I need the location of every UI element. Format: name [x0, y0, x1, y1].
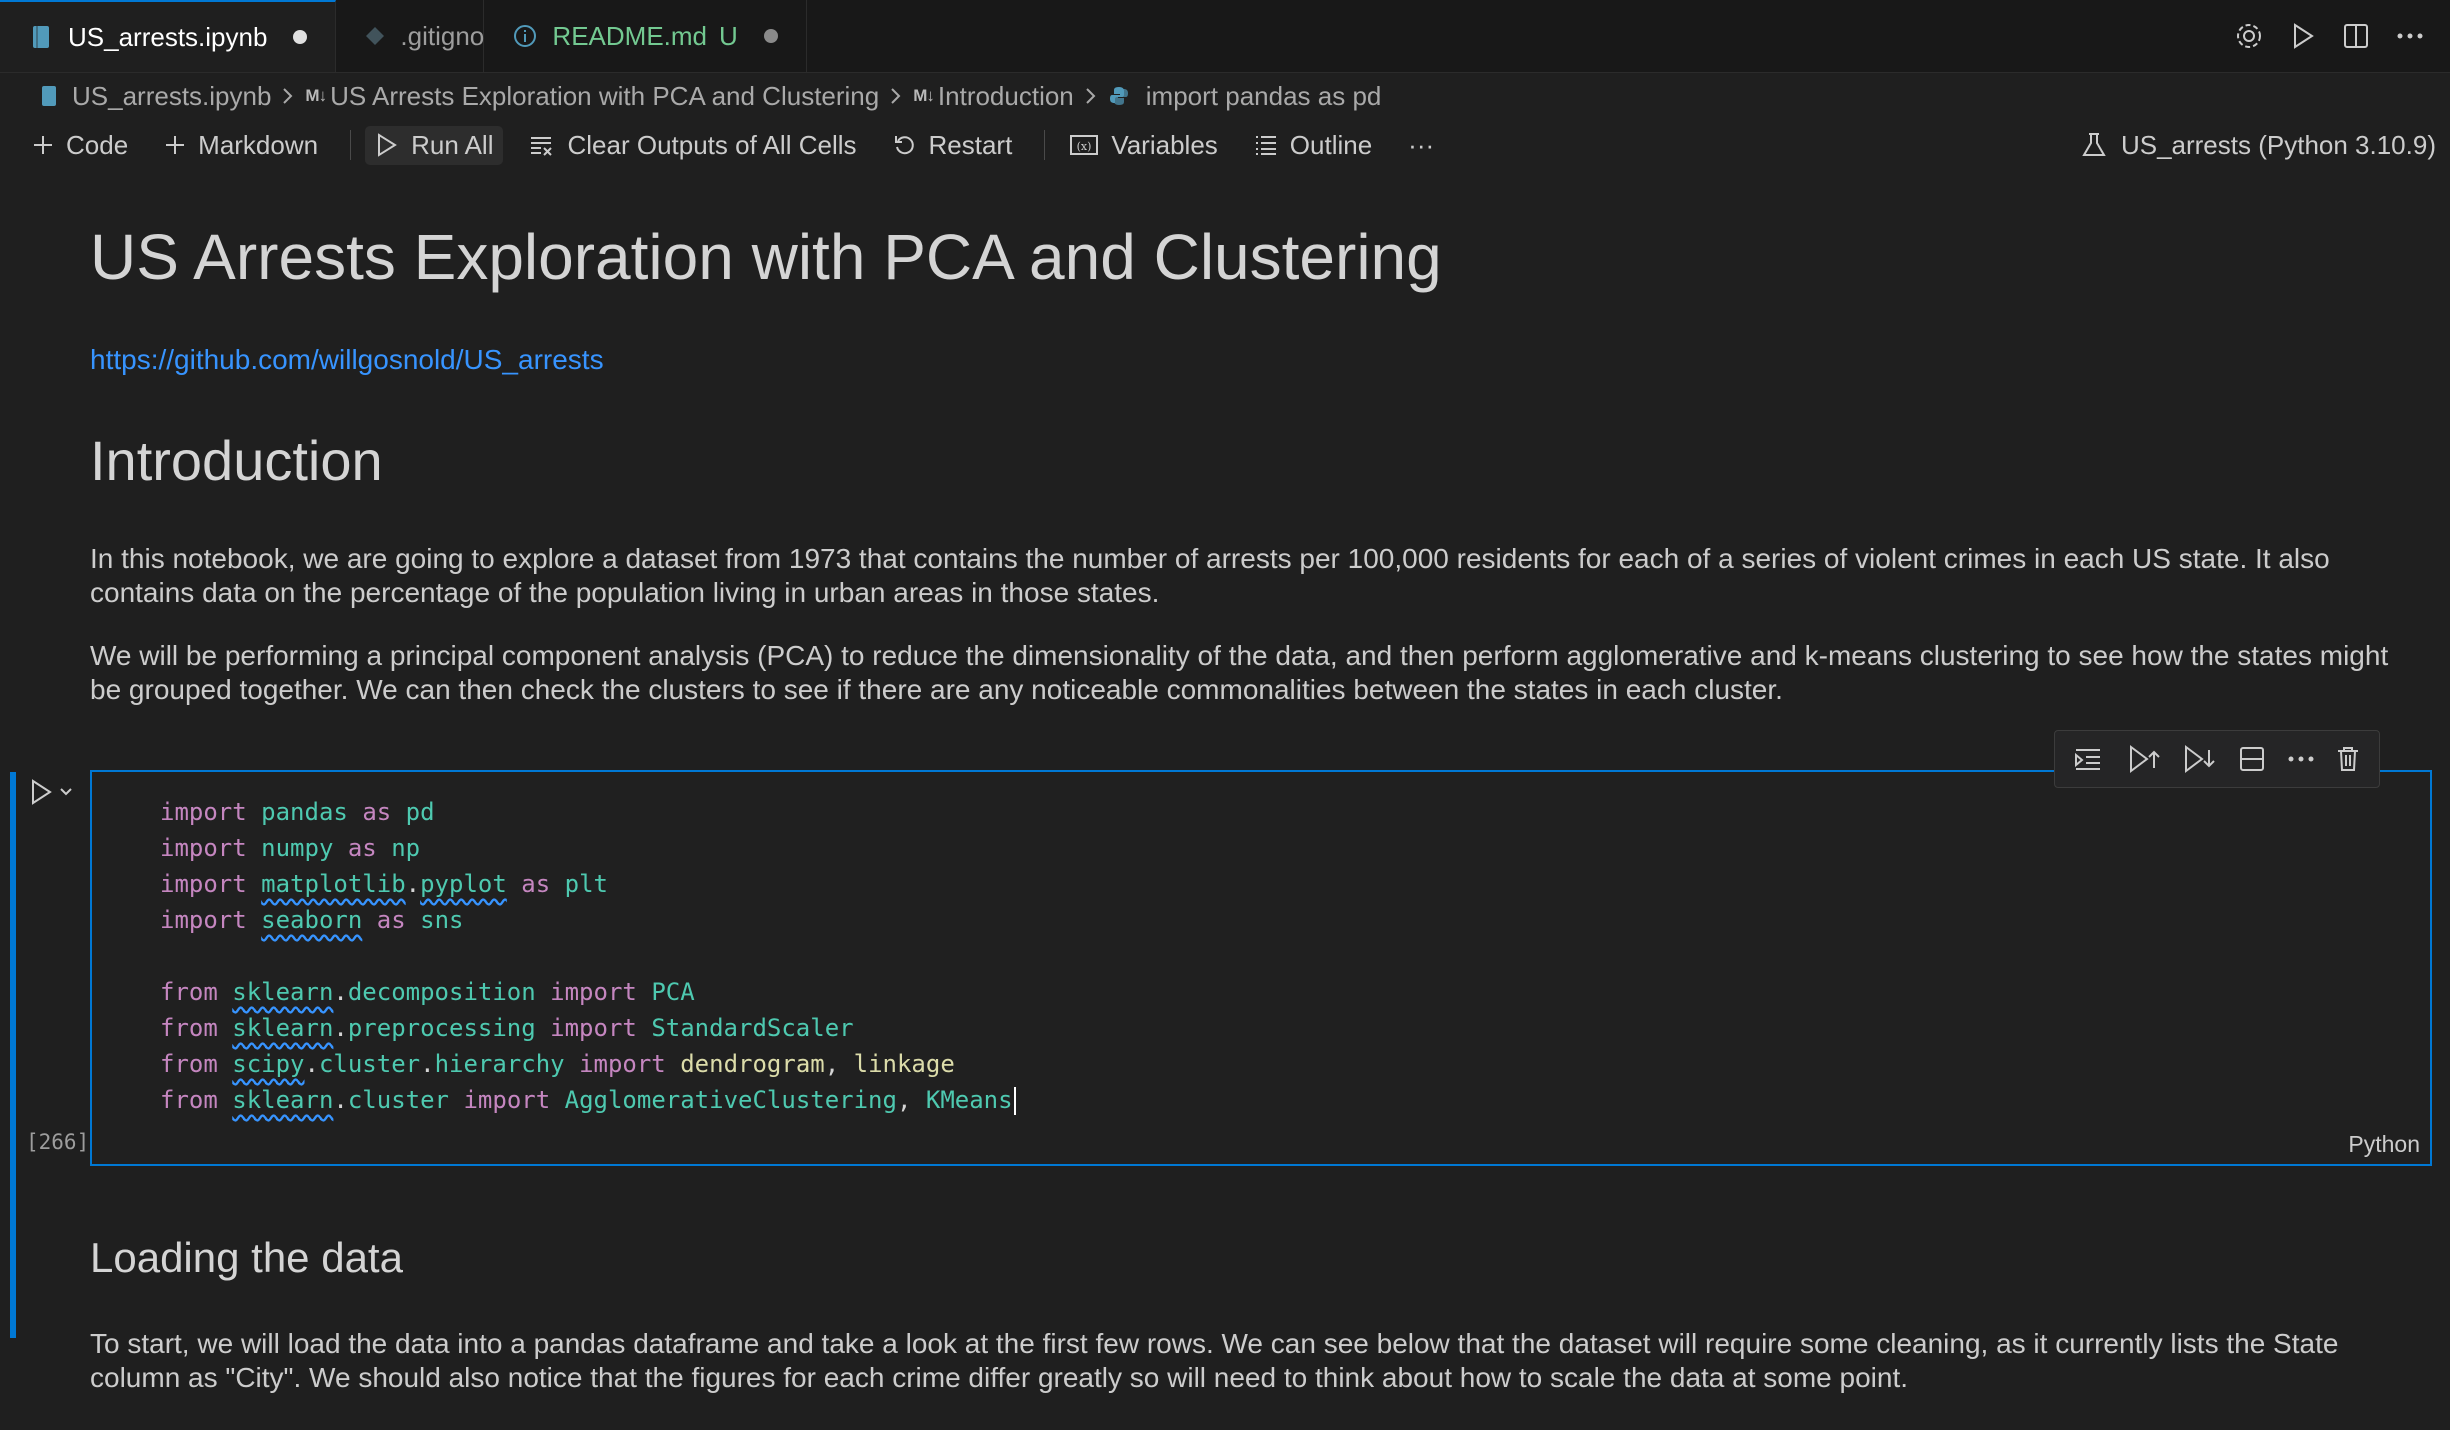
- outline-list-icon: [1254, 134, 1278, 156]
- breadcrumb-file-label: US_arrests.ipynb: [72, 80, 272, 111]
- chevron-down-icon[interactable]: [58, 786, 74, 798]
- untracked-badge: U: [719, 20, 738, 51]
- info-icon: [512, 23, 538, 49]
- notebook-body: US Arrests Exploration with PCA and Clus…: [0, 170, 2450, 1430]
- chevron-right-icon: [889, 85, 903, 107]
- breadcrumb-section-introduction[interactable]: M↓ Introduction: [913, 81, 1074, 112]
- breadcrumb-cell[interactable]: import pandas as pd: [1108, 80, 1382, 112]
- loading-data-heading: Loading the data: [90, 1234, 403, 1281]
- chevron-right-icon: [1084, 85, 1098, 107]
- restart-kernel-button[interactable]: Restart: [883, 126, 1023, 165]
- run-icon[interactable]: [2290, 22, 2316, 50]
- add-markdown-label: Markdown: [198, 129, 319, 160]
- plus-icon: [32, 134, 54, 156]
- tab-label: README.md: [552, 20, 707, 51]
- more-actions-icon[interactable]: [2396, 31, 2424, 41]
- tab-gitignore[interactable]: .gitignore: [336, 0, 507, 72]
- breadcrumb-section-label: US Arrests Exploration with PCA and Clus…: [330, 80, 880, 111]
- loading-data-paragraph: To start, we will load the data into a p…: [90, 1328, 2339, 1393]
- run-cell-button[interactable]: [28, 778, 74, 806]
- restart-label: Restart: [928, 129, 1013, 160]
- execute-above-icon[interactable]: [2127, 744, 2161, 774]
- trash-icon[interactable]: [2336, 745, 2360, 773]
- add-code-cell-button[interactable]: Code: [22, 126, 138, 165]
- split-editor-icon[interactable]: [2342, 22, 2370, 50]
- variables-icon: (x): [1069, 133, 1099, 157]
- unsaved-dot-icon[interactable]: [763, 29, 778, 43]
- unsaved-dot-icon[interactable]: [293, 30, 308, 44]
- markdown-icon: M↓: [913, 86, 935, 105]
- plus-icon: [164, 134, 186, 156]
- notebook-title: US Arrests Exploration with PCA and Clus…: [90, 221, 1442, 293]
- run-all-button[interactable]: Run All: [365, 125, 504, 165]
- restart-icon: [893, 133, 917, 157]
- ellipsis-icon: ···: [1408, 129, 1435, 160]
- execution-count: [266]: [26, 1130, 90, 1154]
- add-code-label: Code: [66, 129, 129, 160]
- tab-us-arrests-ipynb[interactable]: US_arrests.ipynb: [0, 0, 337, 72]
- intro-paragraph-2: We will be performing a principal compon…: [90, 640, 2389, 705]
- cell-language-label[interactable]: Python: [2348, 1131, 2420, 1158]
- breadcrumb-file[interactable]: US_arrests.ipynb: [40, 81, 271, 112]
- intro-paragraph-1: In this notebook, we are going to explor…: [90, 543, 2330, 608]
- breadcrumb-section-label: Introduction: [937, 80, 1074, 111]
- clear-all-icon: [529, 134, 555, 156]
- clear-outputs-button[interactable]: Clear Outputs of All Cells: [519, 126, 866, 165]
- svg-text:(x): (x): [1077, 140, 1092, 153]
- git-diamond-icon: [364, 23, 386, 49]
- run-by-line-icon[interactable]: [2074, 745, 2106, 773]
- cell-toolbar: [2054, 730, 2380, 788]
- github-link[interactable]: https://github.com/willgosnold/US_arrest…: [90, 344, 604, 376]
- kernel-label: US_arrests (Python 3.10.9): [2120, 129, 2436, 160]
- outline-button[interactable]: Outline: [1244, 126, 1382, 165]
- notebook-toolbar: Code Markdown Run All Clear Outputs of A…: [0, 120, 2450, 170]
- tab-label: US_arrests.ipynb: [68, 21, 268, 52]
- kernel-icon: [2081, 131, 2107, 159]
- run-all-icon: [375, 132, 399, 158]
- tab-readme-md[interactable]: README.md U: [484, 0, 807, 72]
- kernel-picker[interactable]: US_arrests (Python 3.10.9): [2081, 120, 2436, 170]
- run-all-label: Run All: [411, 129, 494, 160]
- toolbar-divider: [350, 130, 352, 160]
- more-cell-actions-icon[interactable]: [2287, 754, 2315, 764]
- gear-icon[interactable]: [2234, 21, 2264, 51]
- text-cursor: [1013, 1087, 1016, 1115]
- chevron-right-icon: [281, 85, 295, 107]
- breadcrumb-cell-label: import pandas as pd: [1145, 80, 1382, 111]
- add-markdown-cell-button[interactable]: Markdown: [154, 126, 328, 165]
- markdown-icon: M↓: [305, 86, 327, 105]
- notebook-file-icon: [28, 24, 54, 50]
- breadcrumb: US_arrests.ipynb M↓ US Arrests Explorati…: [0, 72, 2450, 120]
- more-toolbar-actions[interactable]: ···: [1398, 126, 1444, 165]
- breadcrumb-section-title[interactable]: M↓ US Arrests Exploration with PCA and C…: [305, 81, 879, 112]
- play-icon: [28, 778, 54, 806]
- code-cell-editor[interactable]: import pandas as pd import numpy as np i…: [90, 770, 2432, 1166]
- python-icon: [1108, 85, 1130, 107]
- cell-focus-indicator: [10, 772, 16, 1338]
- execute-below-icon[interactable]: [2182, 744, 2216, 774]
- introduction-heading: Introduction: [90, 429, 383, 492]
- clear-outputs-label: Clear Outputs of All Cells: [567, 129, 857, 160]
- editor-actions: [2234, 0, 2450, 72]
- outline-label: Outline: [1289, 129, 1373, 160]
- variables-label: Variables: [1111, 129, 1218, 160]
- split-cell-icon[interactable]: [2238, 745, 2266, 773]
- toolbar-divider: [1044, 130, 1046, 160]
- variables-button[interactable]: (x) Variables: [1059, 126, 1227, 165]
- code-content[interactable]: import pandas as pd import numpy as np i…: [160, 794, 1016, 1118]
- editor-tab-bar: US_arrests.ipynb .gitignore README.md U: [0, 0, 2450, 73]
- notebook-file-icon: [40, 85, 58, 107]
